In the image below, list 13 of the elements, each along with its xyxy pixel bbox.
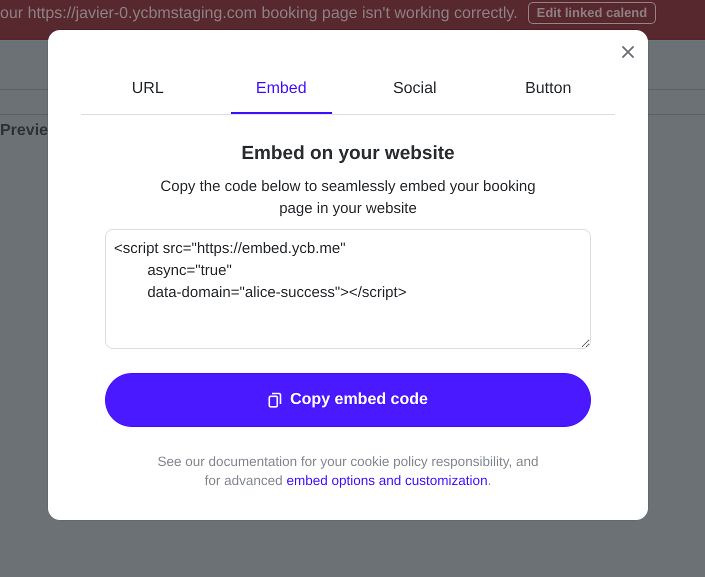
- documentation-note: See our documentation for your cookie policy responsibility, and for advanced embed options and customization.: [156, 452, 540, 490]
- copy-icon: [268, 392, 282, 408]
- dialog-heading: Embed on your website: [240, 143, 456, 166]
- tab[interactable]: URL: [81, 64, 214, 114]
- dialog-description: Copy the code below to seamlessly embed your booking page in your website: [159, 176, 537, 219]
- copy-embed-code-button[interactable]: Copy embed code: [105, 372, 591, 427]
- tab[interactable]: Embed: [214, 64, 348, 114]
- section-label: Previe: [0, 121, 50, 141]
- tab[interactable]: Social: [348, 64, 482, 114]
- embed-options-link[interactable]: embed options and customization: [286, 472, 488, 488]
- banner-message: our https://javier-0.ycbmstaging.com booking page isn't working correctly.: [0, 4, 518, 24]
- embed-code-field[interactable]: <script src="https://embed.ycb.me" async="true" data-domain="alice-success"></script>: [105, 228, 591, 349]
- tab[interactable]: Button: [482, 64, 615, 114]
